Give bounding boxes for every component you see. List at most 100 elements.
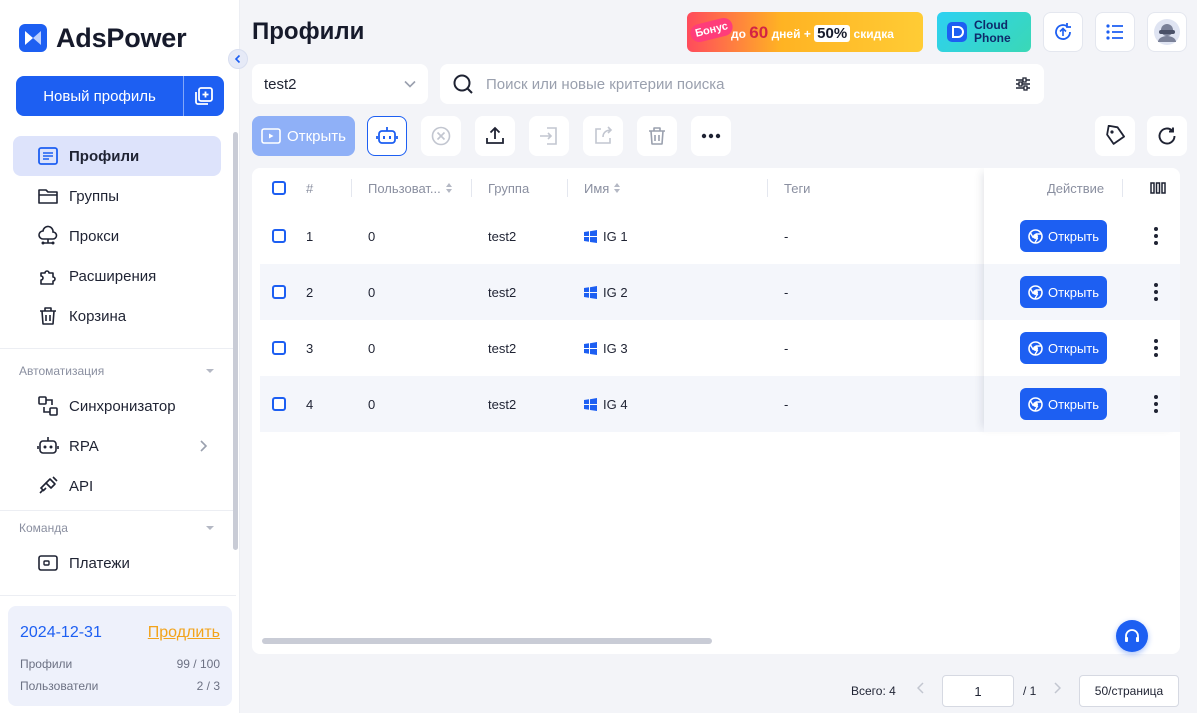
task-list-button[interactable] bbox=[1095, 12, 1135, 52]
update-icon bbox=[1052, 21, 1074, 43]
promo-percent: 50% bbox=[814, 25, 851, 42]
profiles-quota-value: 99 / 100 bbox=[176, 657, 220, 671]
sidebar-item-rpa[interactable]: RPA bbox=[13, 426, 221, 466]
next-page-button[interactable] bbox=[1053, 682, 1061, 694]
more-vertical-icon bbox=[1154, 395, 1158, 413]
more-vertical-icon bbox=[1154, 339, 1158, 357]
search-icon bbox=[452, 73, 474, 95]
app-logo[interactable]: AdsPower bbox=[18, 22, 187, 54]
cell-user: 0 bbox=[368, 396, 376, 412]
open-selected-button[interactable]: Открыть bbox=[252, 116, 355, 156]
cell-group: test2 bbox=[488, 396, 517, 412]
wallet-icon bbox=[37, 552, 59, 574]
profiles-quota-label: Профили bbox=[20, 657, 73, 671]
row-checkbox[interactable] bbox=[272, 341, 286, 355]
close-browser-button[interactable] bbox=[421, 116, 461, 156]
cloud-phone-icon bbox=[945, 20, 969, 44]
sidebar-item-groups[interactable]: Группы bbox=[13, 176, 221, 216]
cloud-phone-line2: Phone bbox=[974, 31, 1011, 45]
row-checkbox[interactable] bbox=[272, 397, 286, 411]
tag-icon bbox=[1104, 125, 1126, 147]
open-profile-button[interactable]: Открыть bbox=[1020, 332, 1107, 364]
open-profile-label: Открыть bbox=[1047, 396, 1100, 412]
sidebar-item-label: Расширения bbox=[69, 267, 157, 285]
delete-button[interactable] bbox=[637, 116, 677, 156]
cloud-phone-label: Cloud Phone bbox=[974, 19, 1011, 45]
windows-icon bbox=[584, 341, 597, 355]
cloud-phone-banner[interactable]: Cloud Phone bbox=[937, 12, 1031, 52]
search-bar bbox=[440, 64, 1044, 104]
promo-text: до 60 дней + 50% скидка bbox=[731, 23, 894, 43]
cell-number: 3 bbox=[306, 340, 314, 356]
cell-tags: - bbox=[784, 396, 789, 412]
search-input[interactable] bbox=[486, 75, 1002, 93]
open-profile-button[interactable]: Открыть bbox=[1020, 276, 1107, 308]
sidebar-item-label: RPA bbox=[69, 437, 99, 455]
upload-button[interactable] bbox=[475, 116, 515, 156]
sidebar-item-api[interactable]: API bbox=[13, 466, 221, 506]
filter-sliders-icon[interactable] bbox=[1014, 75, 1032, 93]
new-profile-label: Новый профиль bbox=[16, 76, 184, 116]
column-header-label: Пользоват... bbox=[368, 180, 441, 196]
row-more-button[interactable] bbox=[1146, 280, 1166, 304]
rpa-button[interactable] bbox=[367, 116, 407, 156]
sidebar-item-payments[interactable]: Платежи bbox=[13, 543, 221, 583]
row-more-button[interactable] bbox=[1146, 336, 1166, 360]
collapse-sidebar-button[interactable] bbox=[228, 49, 248, 69]
profiles-table: # Пользоват... Группа Имя Теги Действие … bbox=[252, 168, 1180, 654]
divider bbox=[0, 595, 236, 596]
sidebar-item-trash[interactable]: Корзина bbox=[13, 296, 221, 336]
move-group-button[interactable] bbox=[529, 116, 569, 156]
support-button[interactable] bbox=[1116, 620, 1148, 652]
column-divider bbox=[471, 179, 472, 197]
list-icon bbox=[1104, 21, 1126, 43]
row-checkbox[interactable] bbox=[272, 285, 286, 299]
open-profile-button[interactable]: Открыть bbox=[1020, 388, 1107, 420]
update-button[interactable] bbox=[1043, 12, 1083, 52]
batch-add-icon[interactable] bbox=[184, 76, 224, 116]
sidebar-item-proxy[interactable]: Прокси bbox=[13, 216, 221, 256]
user-avatar-button[interactable] bbox=[1147, 12, 1187, 52]
profile-name: IG 3 bbox=[603, 340, 628, 356]
profile-name: IG 4 bbox=[603, 396, 628, 412]
more-vertical-icon bbox=[1154, 227, 1158, 245]
new-profile-button[interactable]: Новый профиль bbox=[16, 76, 224, 116]
sidebar-item-synchronizer[interactable]: Синхронизатор bbox=[13, 386, 221, 426]
horizontal-scrollbar[interactable] bbox=[262, 638, 712, 644]
section-title: Автоматизация bbox=[19, 364, 105, 378]
cell-number: 4 bbox=[306, 396, 314, 412]
page-number-input[interactable] bbox=[942, 675, 1014, 707]
divider bbox=[0, 348, 236, 349]
select-all-checkbox-cell bbox=[272, 168, 286, 208]
row-more-button[interactable] bbox=[1146, 392, 1166, 416]
folder-icon bbox=[37, 185, 59, 207]
chevron-right-icon bbox=[199, 439, 209, 453]
api-plug-icon bbox=[37, 475, 59, 497]
column-header-name[interactable]: Имя bbox=[584, 168, 621, 208]
select-all-checkbox[interactable] bbox=[272, 181, 286, 195]
share-button[interactable] bbox=[583, 116, 623, 156]
cell-group: test2 bbox=[488, 228, 517, 244]
column-header-user[interactable]: Пользоват... bbox=[368, 168, 453, 208]
group-select[interactable]: test2 bbox=[252, 64, 428, 104]
sidebar-item-extensions[interactable]: Расширения bbox=[13, 256, 221, 296]
automation-section-header[interactable]: Автоматизация bbox=[19, 364, 215, 378]
promo-banner[interactable]: Бонус до 60 дней + 50% скидка bbox=[687, 12, 923, 52]
profile-name: IG 2 bbox=[603, 284, 628, 300]
sidebar-scrollbar[interactable] bbox=[233, 132, 238, 550]
row-more-button[interactable] bbox=[1146, 224, 1166, 248]
promo-days-label: дней + bbox=[771, 27, 811, 41]
prev-page-button[interactable] bbox=[917, 682, 925, 694]
renew-link[interactable]: Продлить bbox=[148, 624, 220, 642]
team-section-header[interactable]: Команда bbox=[19, 521, 215, 535]
refresh-button[interactable] bbox=[1147, 116, 1187, 156]
open-profile-button[interactable]: Открыть bbox=[1020, 220, 1107, 252]
sidebar-item-profiles[interactable]: Профили bbox=[13, 136, 221, 176]
row-checkbox[interactable] bbox=[272, 229, 286, 243]
tags-button[interactable] bbox=[1095, 116, 1135, 156]
more-actions-button[interactable] bbox=[691, 116, 731, 156]
chrome-icon bbox=[1028, 396, 1043, 412]
sidebar-item-label: API bbox=[69, 477, 94, 495]
page-size-select[interactable]: 50/страница bbox=[1079, 675, 1179, 707]
open-selected-label: Открыть bbox=[287, 127, 346, 145]
